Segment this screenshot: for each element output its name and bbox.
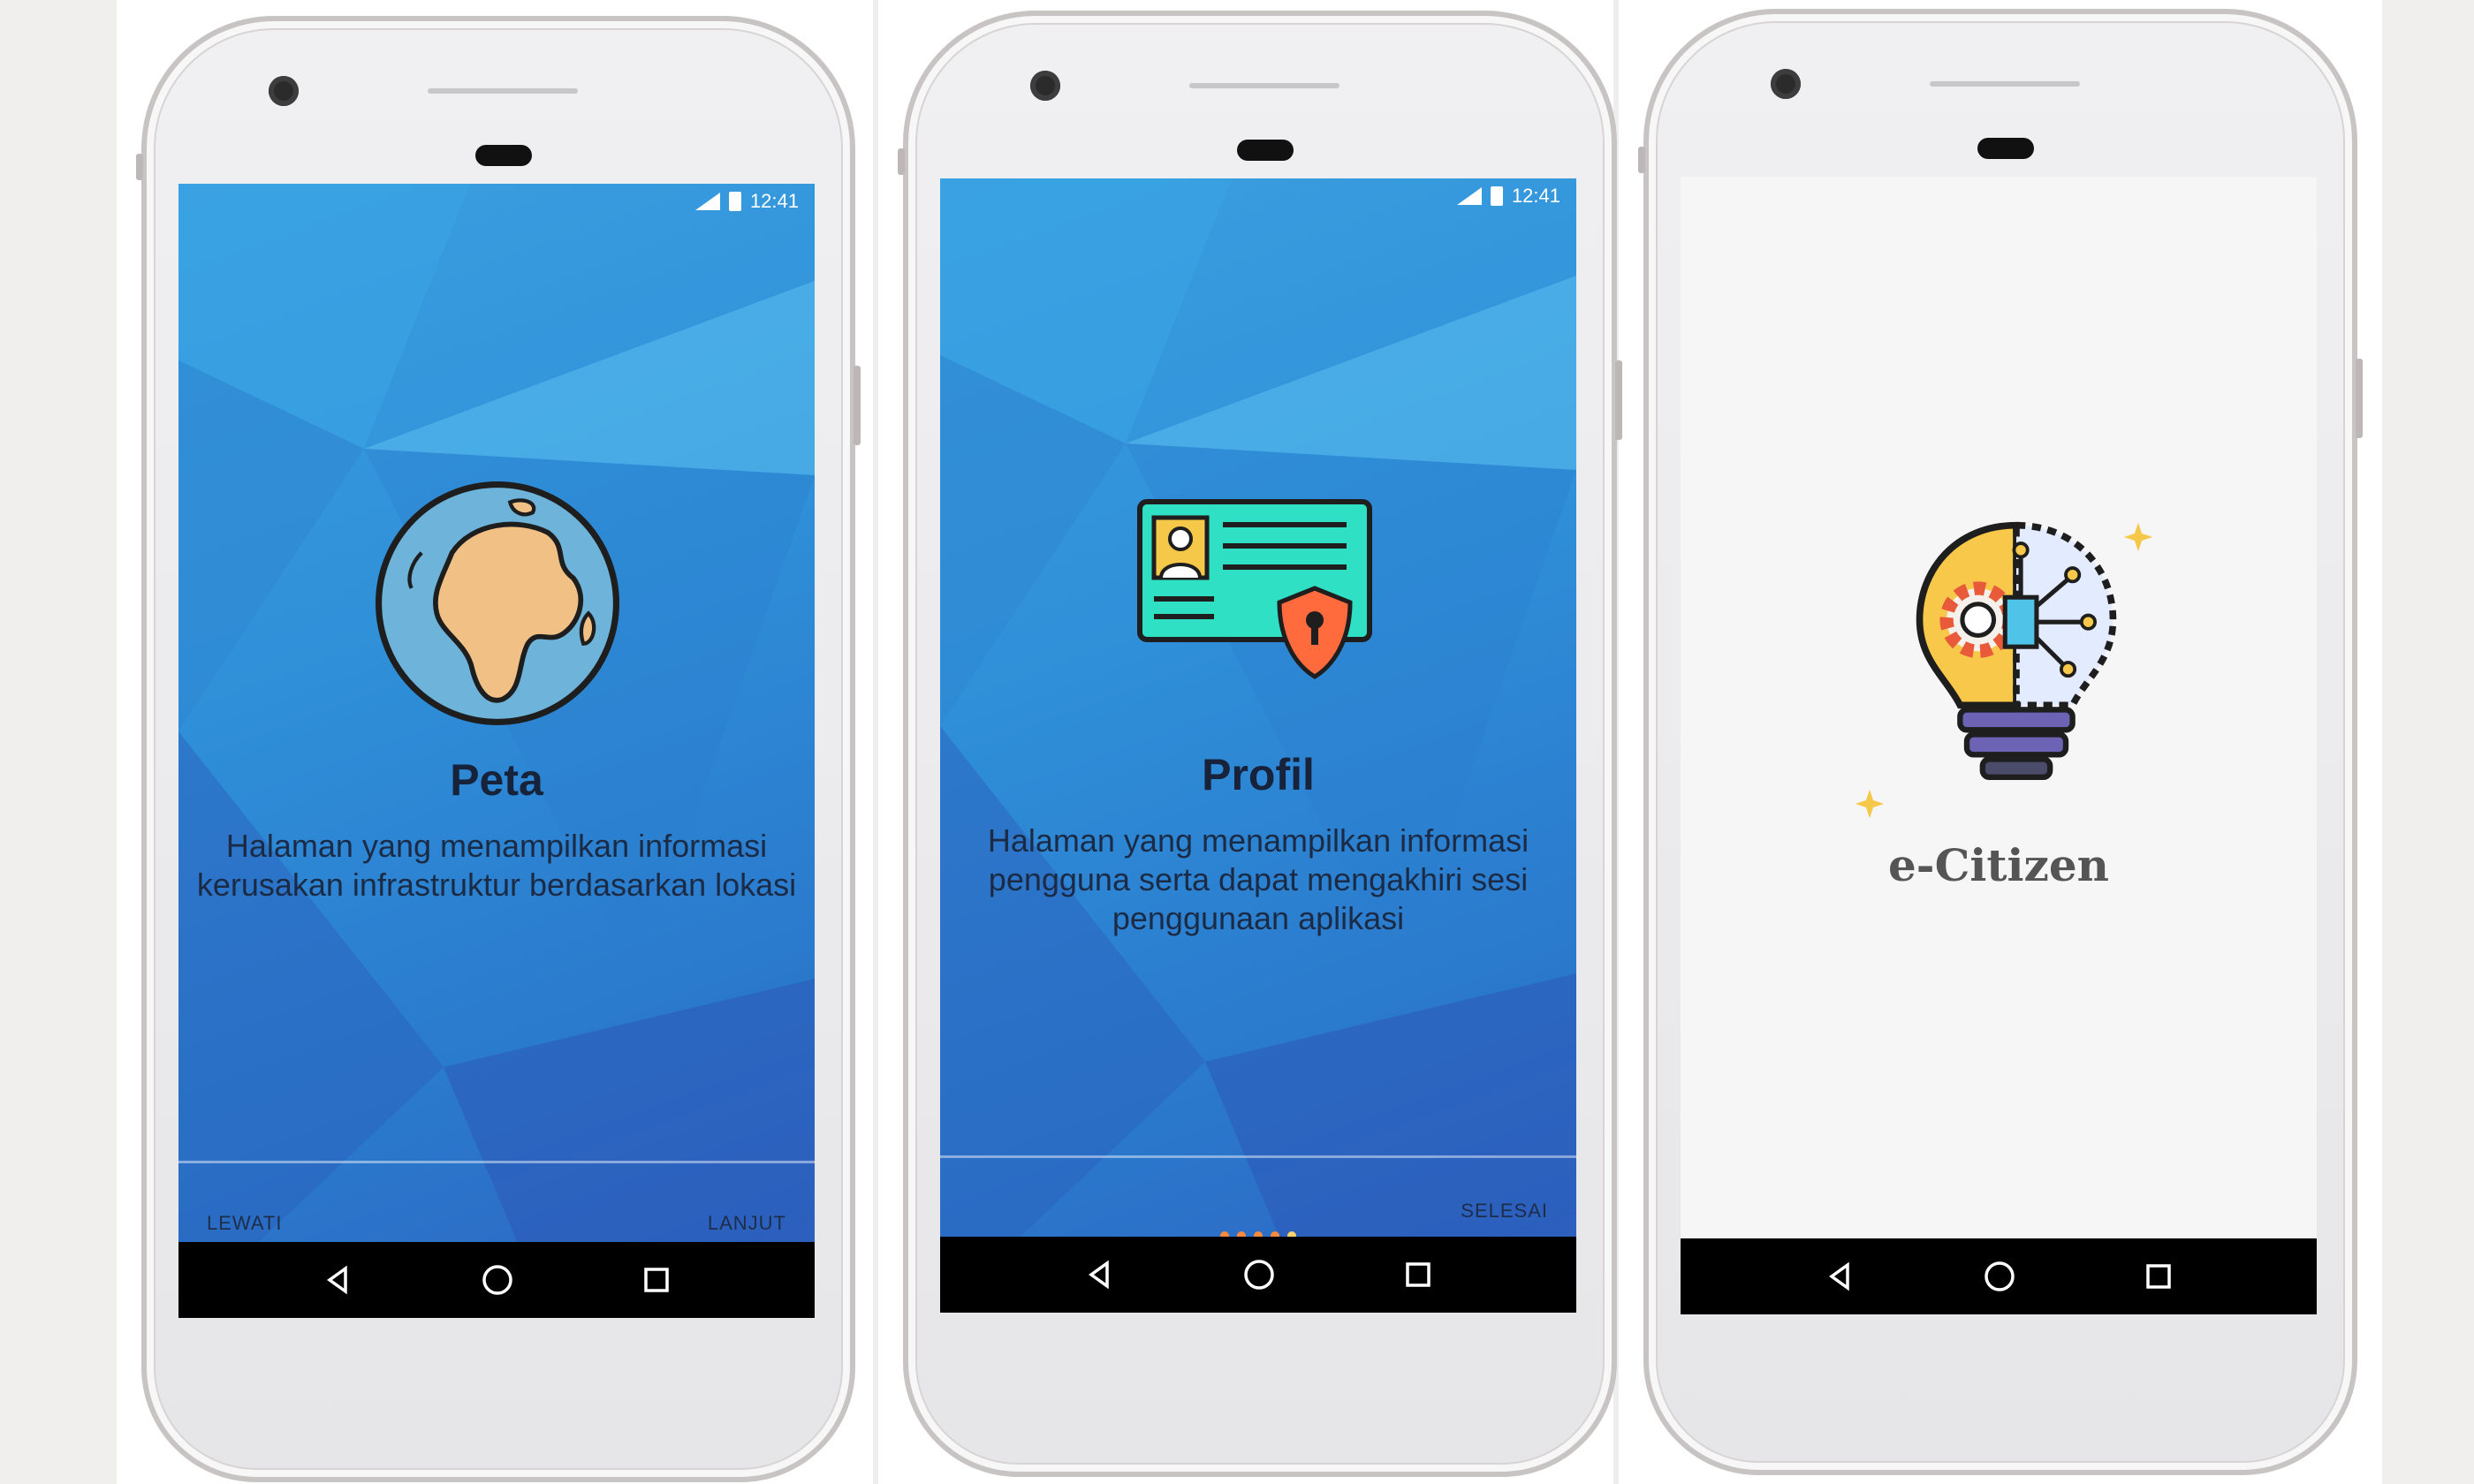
phone-frame: 12:41 Profil Halaman yang menampilkan in… — [898, 11, 1622, 1477]
side-button — [898, 148, 905, 175]
proximity-sensor — [475, 145, 532, 166]
volume-button — [854, 366, 861, 445]
front-camera — [1030, 71, 1060, 101]
lightbulb-gear-circuit-icon — [1916, 521, 2117, 780]
recents-icon[interactable] — [2144, 1262, 2173, 1291]
page-title: Profil — [1202, 750, 1315, 799]
phone-frame: 12:41 Peta Halaman yang menampilkan info… — [136, 16, 861, 1482]
wallpaper — [940, 178, 1576, 1313]
splash-screen: e-Citizen — [1681, 177, 2317, 1314]
proximity-sensor — [1977, 138, 2034, 159]
proximity-sensor — [1237, 140, 1294, 161]
globe-icon — [376, 481, 619, 725]
id-card-security-icon — [1137, 499, 1372, 679]
system-navbar — [178, 1242, 815, 1318]
system-navbar — [1681, 1238, 2317, 1314]
side-button — [1638, 147, 1645, 173]
onboarding-screen-peta: 12:41 Peta Halaman yang menampilkan info… — [178, 184, 815, 1318]
earpiece-speaker — [1930, 81, 2080, 87]
earpiece-speaker — [1189, 83, 1339, 88]
home-icon[interactable] — [1242, 1258, 1276, 1291]
page-margin-left — [0, 0, 117, 1484]
phone-frame: e-Citizen — [1638, 9, 2363, 1475]
done-button[interactable]: SELESAI — [1461, 1200, 1548, 1223]
battery-icon — [728, 192, 741, 211]
status-bar: 12:41 — [940, 178, 1576, 214]
wallpaper — [178, 184, 815, 1318]
home-icon[interactable] — [481, 1263, 514, 1297]
skip-button[interactable]: LEWATI — [207, 1212, 282, 1235]
panel-separator — [873, 0, 878, 1484]
signal-icon — [1456, 187, 1482, 205]
recents-icon[interactable] — [1404, 1261, 1432, 1289]
sparkle-icon — [2123, 522, 2153, 552]
status-time: 12:41 — [749, 190, 799, 212]
sparkle-icon — [1855, 789, 1885, 819]
back-icon[interactable] — [323, 1265, 353, 1295]
front-camera — [1771, 69, 1801, 99]
home-icon[interactable] — [1983, 1260, 2016, 1293]
side-button — [136, 154, 143, 180]
status-bar: 12:41 — [178, 184, 815, 219]
volume-button — [2356, 359, 2363, 438]
onboarding-screen-profil: 12:41 Profil Halaman yang menampilkan in… — [940, 178, 1576, 1313]
app-brand-name: e-Citizen — [1888, 839, 2109, 891]
page-margin-right — [2382, 0, 2474, 1484]
earpiece-speaker — [428, 88, 578, 94]
page-description: Halaman yang menampilkan informasi pengg… — [987, 822, 1529, 936]
page-description: Halaman yang menampilkan informasi kerus… — [196, 828, 797, 903]
recents-icon[interactable] — [642, 1266, 671, 1294]
bottom-divider — [178, 1161, 815, 1163]
signal-icon — [694, 193, 720, 210]
back-icon[interactable] — [1825, 1261, 1855, 1291]
system-navbar — [940, 1237, 1576, 1313]
volume-button — [1615, 360, 1622, 440]
back-icon[interactable] — [1084, 1260, 1114, 1290]
front-camera — [269, 76, 299, 106]
page-title: Peta — [450, 755, 543, 805]
next-button[interactable]: LANJUT — [708, 1212, 786, 1235]
status-time: 12:41 — [1511, 185, 1560, 207]
battery-icon — [1490, 186, 1503, 206]
bottom-divider — [940, 1155, 1576, 1158]
